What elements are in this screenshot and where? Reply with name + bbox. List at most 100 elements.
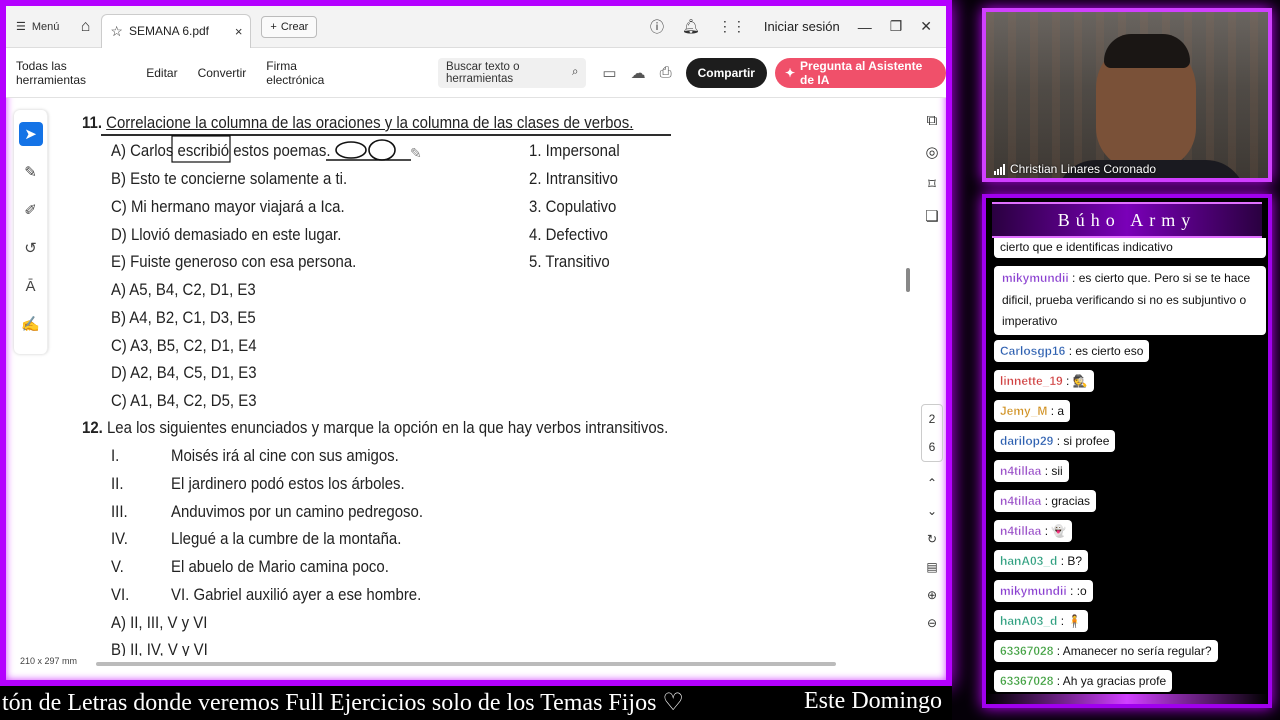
presenter-hair	[1104, 34, 1190, 68]
menu-button[interactable]: ☰ Menú	[6, 6, 69, 48]
vertical-scrollbar[interactable]	[906, 268, 910, 292]
signal-bars-icon	[994, 163, 1005, 175]
ticker-main-text: tón de Letras donde veremos Full Ejercic…	[2, 690, 684, 716]
document-tab[interactable]: ☆ SEMANA 6.pdf ×	[101, 13, 252, 48]
file-icon[interactable]: ▤	[926, 560, 937, 574]
pencil-cursor-icon: ✎	[410, 145, 422, 161]
chat-message: Jemy_M : a	[994, 400, 1071, 422]
chat-username[interactable]: Carlosgp16	[1000, 344, 1066, 358]
horizontal-scrollbar[interactable]	[96, 662, 836, 666]
page-down-icon[interactable]: ⌄	[927, 504, 937, 518]
notifications-icon[interactable]: 🔔︎	[682, 18, 700, 35]
right-tool-rail: ⧉ ◎ ⌑ ❏	[918, 102, 946, 272]
chat-message: darilop29 : si profee	[994, 430, 1116, 452]
comments-panel-icon[interactable]: ◎	[925, 143, 938, 161]
document-tab-title: SEMANA 6.pdf	[128, 24, 210, 38]
minimize-icon[interactable]: —	[858, 19, 872, 35]
upload-cloud-icon[interactable]: ☁	[631, 64, 646, 82]
presenter-name: Christian Linares Coronado	[1010, 162, 1157, 176]
chat-username[interactable]: linnette_19	[1000, 374, 1063, 388]
pdf-page-content: 11. Correlacione la columna de las oraci…	[6, 98, 906, 656]
webcam-feed: Christian Linares Coronado	[982, 8, 1272, 182]
crear-button[interactable]: + Crear	[261, 15, 318, 38]
chat-message-text: : :o	[1070, 584, 1087, 598]
chat-message: hanA03_d : B?	[994, 550, 1089, 572]
chat-username[interactable]: 63367028	[1000, 644, 1054, 658]
apps-grid-icon[interactable]: ⋮⋮	[718, 18, 746, 35]
chat-message: 63367028 : Ah ya gracias profe	[994, 670, 1173, 692]
live-chat-panel: Búho Army cierto que e identificas indic…	[982, 194, 1272, 708]
chat-message-text: : B?	[1060, 554, 1083, 568]
export-pdf-icon[interactable]: ⧉	[927, 112, 938, 129]
total-pages: 6	[928, 440, 936, 454]
chat-username[interactable]: mikymundii	[1002, 271, 1069, 285]
chat-username[interactable]: hanA03_d	[1000, 554, 1058, 568]
current-page: 2	[928, 412, 936, 426]
acrobat-top-bar: ☰ Menú ⌂ ☆ SEMANA 6.pdf × + Crear ⓘ 🔔︎ ⋮…	[6, 6, 946, 48]
chat-username[interactable]: hanA03_d	[1000, 614, 1058, 628]
tool-edit[interactable]: Editar	[136, 66, 187, 80]
pdf-viewer-window: ☰ Menú ⌂ ☆ SEMANA 6.pdf × + Crear ⓘ 🔔︎ ⋮…	[0, 0, 952, 686]
verb-box-stroke	[171, 135, 231, 163]
chat-bottom-glow	[986, 694, 1268, 704]
chat-message: Carlosgp16 : es cierto eso	[994, 340, 1150, 362]
chat-message-text: : 🕵	[1066, 374, 1088, 388]
chat-username[interactable]: mikymundii	[1000, 584, 1067, 598]
ticker-right-text: Este Domingo	[804, 688, 942, 714]
chat-username[interactable]: 63367028	[1000, 674, 1054, 688]
circle-stroke-2	[368, 139, 396, 161]
maximize-icon[interactable]: ❐	[890, 18, 903, 35]
close-tab-icon[interactable]: ×	[235, 24, 243, 39]
print-icon[interactable]: ⎙	[660, 64, 672, 82]
chat-message: hanA03_d : 🧍	[994, 610, 1089, 632]
chat-username[interactable]: n4tillaa	[1000, 464, 1042, 478]
home-icon[interactable]: ⌂	[69, 6, 101, 48]
page-indicator[interactable]: 2 6	[921, 404, 943, 462]
pages-icon[interactable]: ❏	[925, 207, 938, 225]
tool-esign[interactable]: Firma electrónica	[256, 59, 358, 87]
chat-username[interactable]: Jemy_M	[1000, 404, 1048, 418]
help-icon[interactable]: ⓘ	[650, 17, 664, 37]
tool-all-tools[interactable]: Todas las herramientas	[6, 59, 136, 87]
stream-layout: ☰ Menú ⌂ ☆ SEMANA 6.pdf × + Crear ⓘ 🔔︎ ⋮…	[0, 0, 1280, 720]
menu-label: Menú	[31, 20, 60, 33]
chat-message-text: : 👻	[1044, 524, 1067, 538]
close-window-icon[interactable]: ✕	[920, 18, 932, 35]
chat-username[interactable]: darilop29	[1000, 434, 1054, 448]
plus-icon: +	[270, 20, 277, 33]
chat-username[interactable]: n4tillaa	[1000, 494, 1042, 508]
zoom-out-icon[interactable]: ⊖	[927, 616, 937, 630]
presenter-nameplate: Christian Linares Coronado	[994, 162, 1156, 176]
zoom-in-icon[interactable]: ⊕	[927, 588, 937, 602]
rotate-icon[interactable]: ↻	[927, 532, 937, 546]
chat-message: mikymundii : es cierto que. Pero si se t…	[994, 266, 1266, 335]
save-icon[interactable]: ▭	[602, 64, 616, 82]
search-input[interactable]: Buscar texto o herramientas ⌕	[438, 57, 587, 88]
star-icon[interactable]: ☆	[110, 23, 123, 40]
chat-message: cierto que e identificas indicativo	[994, 238, 1266, 258]
top-right-controls: ⓘ 🔔︎ ⋮⋮ Iniciar sesión — ❐ ✕	[650, 17, 946, 37]
search-placeholder: Buscar texto o herramientas	[446, 60, 520, 85]
ai-assistant-label: Pregunta al Asistente de IA	[800, 58, 923, 87]
acrobat-toolbar: Todas las herramientas Editar Convertir …	[6, 48, 946, 98]
chat-message-text: cierto que e identificas indicativo	[1000, 240, 1173, 254]
chat-message-text: : Ah ya gracias profe	[1056, 674, 1167, 688]
quick-icons: ▭ ☁ ⎙	[602, 64, 671, 82]
share-button[interactable]: Compartir	[685, 57, 767, 88]
chat-message: mikymundii : :o	[994, 580, 1093, 602]
chat-message-text: : es cierto eso	[1068, 344, 1144, 358]
tool-convert[interactable]: Convertir	[188, 66, 257, 80]
handwritten-annotations: ✎	[101, 134, 671, 163]
chat-message: linnette_19 : 🕵	[994, 370, 1094, 392]
chat-username[interactable]: n4tillaa	[1000, 524, 1042, 538]
bookmark-icon[interactable]: ⌑	[928, 175, 936, 193]
ai-assistant-button[interactable]: ✦ Pregunta al Asistente de IA	[774, 57, 946, 88]
page-navigation: 2 6 ⌃ ⌄ ↻ ▤ ⊕ ⊖	[918, 404, 946, 664]
signin-link[interactable]: Iniciar sesión	[764, 19, 840, 34]
page-up-icon[interactable]: ⌃	[927, 476, 937, 490]
chat-message-text: : Amanecer no sería regular?	[1056, 644, 1212, 658]
page-size-label: 210 x 297 mm	[20, 656, 78, 666]
chat-message: n4tillaa : sii	[994, 460, 1069, 482]
chat-message: 63367028 : Amanecer no sería regular?	[994, 640, 1218, 662]
chat-message-text: : sii	[1044, 464, 1063, 478]
